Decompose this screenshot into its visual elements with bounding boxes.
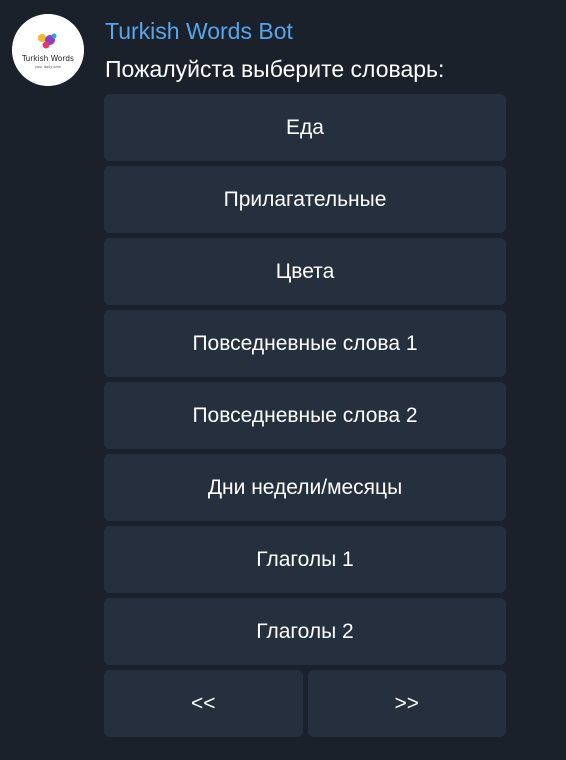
inline-keyboard: Еда Прилагательные Цвета Повседневные сл… [104, 94, 506, 742]
keyboard-row: Еда [104, 94, 506, 161]
keyboard-row: Глаголы 2 [104, 598, 506, 665]
turkish-words-logo-icon: Turkish Words your daily plan [12, 14, 84, 86]
message-text: Пожалуйста выберите словарь: [105, 56, 445, 82]
keyboard-row: Дни недели/месяцы [104, 454, 506, 521]
next-page-button[interactable]: >> [307, 670, 506, 737]
keyboard-button-everyday-words-1[interactable]: Повседневные слова 1 [104, 310, 506, 377]
avatar-subtitle: your daily plan [35, 65, 61, 69]
keyboard-button-verbs-1[interactable]: Глаголы 1 [104, 526, 506, 593]
bot-avatar[interactable]: Turkish Words your daily plan [12, 14, 84, 86]
keyboard-row: Цвета [104, 238, 506, 305]
keyboard-button-verbs-2[interactable]: Глаголы 2 [104, 598, 506, 665]
keyboard-button-colors[interactable]: Цвета [104, 238, 506, 305]
keyboard-button-days-months[interactable]: Дни недели/месяцы [104, 454, 506, 521]
keyboard-row: Глаголы 1 [104, 526, 506, 593]
keyboard-row: Повседневные слова 1 [104, 310, 506, 377]
keyboard-row: << >> [104, 670, 506, 737]
avatar-title: Turkish Words [21, 54, 74, 63]
keyboard-row: Повседневные слова 2 [104, 382, 506, 449]
previous-page-button[interactable]: << [104, 670, 303, 737]
keyboard-button-food[interactable]: Еда [104, 94, 506, 161]
keyboard-row: Прилагательные [104, 166, 506, 233]
keyboard-button-adjectives[interactable]: Прилагательные [104, 166, 506, 233]
keyboard-button-everyday-words-2[interactable]: Повседневные слова 2 [104, 382, 506, 449]
sender-name[interactable]: Turkish Words Bot [105, 16, 293, 46]
